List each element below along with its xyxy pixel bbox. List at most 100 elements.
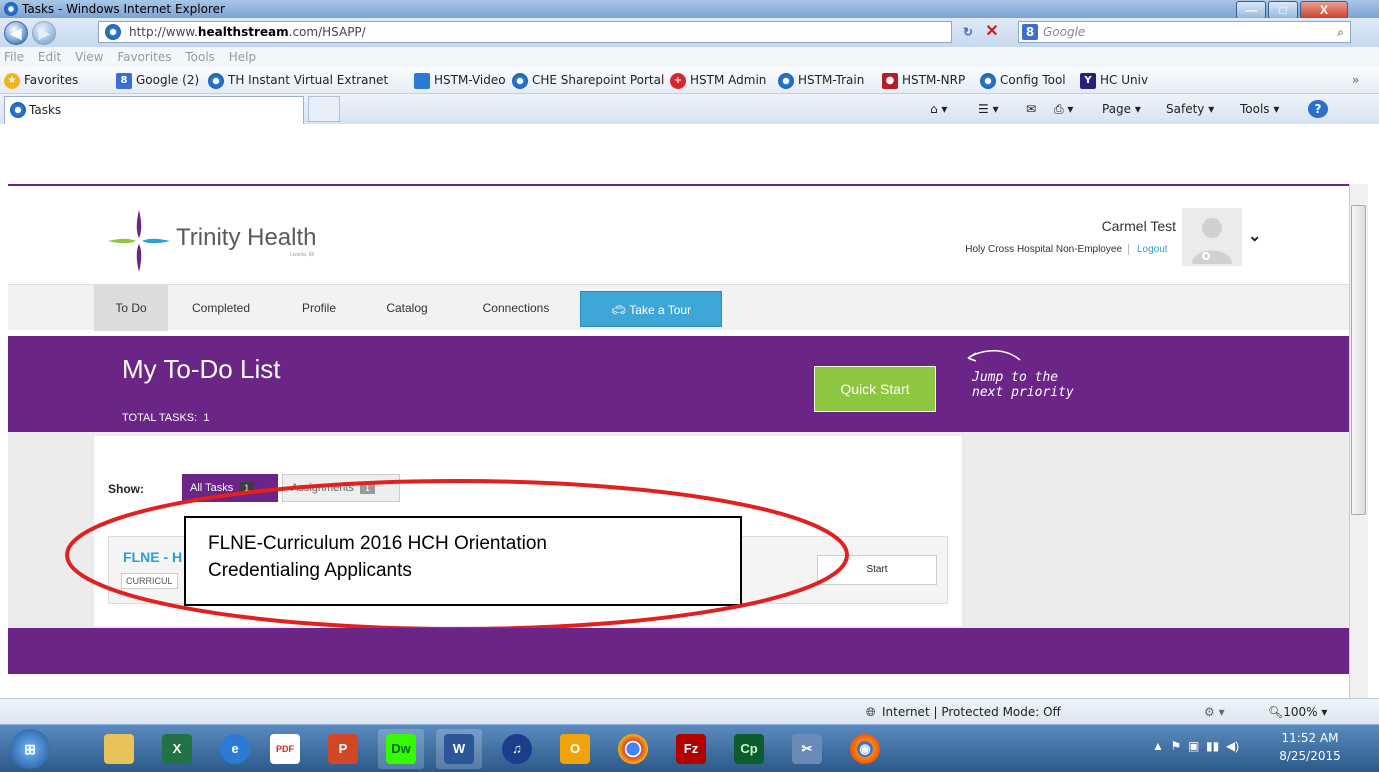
fav-hc-univ[interactable]: Y HC Univ <box>1080 67 1149 93</box>
close-button[interactable]: X <box>1300 1 1348 19</box>
menu-view[interactable]: View <box>75 50 103 64</box>
menu-favorites[interactable]: Favorites <box>117 50 171 64</box>
car-icon: 🚗︎ <box>610 303 630 317</box>
minimize-button[interactable]: — <box>1236 1 1266 19</box>
user-avatar-icon <box>1192 218 1232 264</box>
fav-hstm-nrp[interactable]: ● HSTM-NRP <box>882 67 965 93</box>
plus-icon: + <box>670 72 686 89</box>
security-zone: Internet | Protected Mode: Off <box>882 705 1061 719</box>
clock-time: 11:52 AM <box>1281 731 1339 745</box>
window-titlebar: Tasks - Windows Internet Explorer <box>0 0 1379 18</box>
firefox-icon[interactable]: ◉ <box>842 729 888 769</box>
fav-hstm-video[interactable]: HSTM-Video <box>414 67 506 93</box>
safety-menu[interactable]: Safety ▾ <box>1166 94 1214 124</box>
stop-icon[interactable]: ✕ <box>982 21 1002 43</box>
page-menu[interactable]: Page ▾ <box>1102 94 1141 124</box>
tools-menu[interactable]: Tools ▾ <box>1240 94 1279 124</box>
quick-start-hint: Jump to the next priority <box>972 370 1102 400</box>
user-menu-chevron-down-icon[interactable]: ⌄ <box>1248 226 1261 246</box>
content-area: Show: All Tasks 1 Assignments 1 FLNE - H C… <box>8 432 1349 631</box>
tab-profile[interactable]: Profile <box>288 285 350 331</box>
refresh-icon[interactable]: ↻ <box>958 21 978 43</box>
mail-icon[interactable]: ✉ <box>1026 94 1036 124</box>
globe-icon: 🌐︎ <box>866 705 876 719</box>
ie-icon <box>778 72 794 89</box>
fav-google[interactable]: 8 Google (2) <box>116 67 199 93</box>
ie-icon <box>10 102 26 118</box>
ie-icon <box>512 72 528 89</box>
address-bar[interactable]: http://www.healthstream.com/HSAPP/ <box>98 21 952 43</box>
forward-button[interactable]: ▶ <box>32 21 56 45</box>
protected-mode-icon[interactable]: ⚙ ▾ <box>1204 699 1225 725</box>
home-icon[interactable]: ⌂ ▾ <box>930 94 947 124</box>
menu-tools[interactable]: Tools <box>185 50 215 64</box>
windows-taskbar: ⊞ X e PDF P Dw W ♫ O ● Fz Cp ✂ ◉ ▲ ⚑ ▣ ▮… <box>0 724 1379 772</box>
audacity-icon[interactable]: ♫ <box>494 729 540 769</box>
ie-taskbar-icon[interactable]: e <box>212 729 258 769</box>
fav-label: HSTM-Video <box>434 73 506 87</box>
address-row: ◀ ▶ http://www.healthstream.com/HSAPP/ ↻… <box>0 18 1379 47</box>
trinity-logo-icon <box>108 210 170 272</box>
scrollbar-thumb[interactable] <box>1351 205 1366 515</box>
tab-catalog[interactable]: Catalog <box>376 285 438 331</box>
outlook-icon[interactable]: O <box>552 729 598 769</box>
print-icon[interactable]: ⎙ ▾ <box>1054 94 1073 124</box>
browser-tab-tasks[interactable]: Tasks <box>4 96 304 124</box>
fav-config-tool[interactable]: Config Tool <box>980 67 1066 93</box>
fav-th-extranet[interactable]: TH Instant Virtual Extranet <box>208 67 388 93</box>
favorites-bar: ★ Favorites 8 Google (2) TH Instant Virtua… <box>0 67 1379 94</box>
dreamweaver-icon[interactable]: Dw <box>378 729 424 769</box>
captivate-icon[interactable]: Cp <box>726 729 772 769</box>
zoom-level[interactable]: 🔍︎100% ▾ <box>1268 699 1327 725</box>
system-tray-icons[interactable]: ▲ ⚑ ▣ ▮▮ ◀) <box>1152 739 1239 753</box>
search-icon[interactable]: ⌕ <box>1337 22 1344 42</box>
menu-file[interactable]: File <box>4 50 24 64</box>
search-placeholder: Google <box>1043 25 1086 39</box>
tab-todo[interactable]: To Do <box>94 285 168 331</box>
favorites-button[interactable]: ★ Favorites <box>4 67 79 93</box>
search-input[interactable]: 8 Google ⌕ <box>1018 21 1351 43</box>
new-tab-button[interactable] <box>308 96 340 122</box>
excel-icon[interactable]: X <box>154 729 200 769</box>
maximize-button[interactable]: □ <box>1268 1 1298 19</box>
explorer-icon[interactable] <box>96 729 142 769</box>
help-icon[interactable]: ? <box>1308 100 1328 118</box>
acrobat-icon[interactable]: PDF <box>262 729 308 769</box>
zoom-value: 100% <box>1283 705 1318 719</box>
site-header: Trinity Health Livonia, MI Carmel Test H… <box>8 186 1349 284</box>
fav-hstm-train[interactable]: HSTM-Train <box>778 67 864 93</box>
fav-che-sharepoint[interactable]: CHE Sharepoint Portal <box>512 67 664 93</box>
powerpoint-icon[interactable]: P <box>320 729 366 769</box>
feeds-icon[interactable]: ☰ ▾ <box>978 94 999 124</box>
url-prefix: http://www. <box>129 25 198 39</box>
fav-hstm-admin[interactable]: + HSTM Admin <box>670 67 766 93</box>
take-a-tour-button[interactable]: 🚗︎ Take a Tour <box>580 291 722 327</box>
fav-label: HC Univ <box>1100 73 1149 87</box>
quick-start-button[interactable]: Quick Start <box>814 366 936 412</box>
hint-line-2: next priority <box>972 385 1074 400</box>
red-ellipse-annotation <box>65 479 849 631</box>
page-favicon-icon <box>105 24 121 40</box>
video-icon <box>414 72 430 89</box>
tab-connections[interactable]: Connections <box>466 285 566 331</box>
word-icon[interactable]: W <box>436 729 482 769</box>
start-orb-icon[interactable]: ⊞ <box>10 729 50 769</box>
favorites-label: Favorites <box>24 73 79 87</box>
back-button[interactable]: ◀ <box>4 21 28 45</box>
chrome-icon[interactable]: ● <box>610 729 656 769</box>
avatar[interactable] <box>1182 208 1242 266</box>
snipping-tool-icon[interactable]: ✂ <box>784 729 830 769</box>
total-tasks: TOTAL TASKS: 1 <box>122 412 209 424</box>
fav-overflow-icon[interactable]: » <box>1352 67 1359 93</box>
tab-completed[interactable]: Completed <box>180 285 262 331</box>
fav-label: Config Tool <box>1000 73 1066 87</box>
filezilla-icon[interactable]: Fz <box>668 729 714 769</box>
system-clock[interactable]: 11:52 AM 8/25/2015 <box>1270 729 1350 765</box>
logo-text: Trinity Health <box>176 224 317 251</box>
menu-help[interactable]: Help <box>229 50 256 64</box>
todo-banner: My To-Do List TOTAL TASKS: 1 Quick Start… <box>8 336 1349 432</box>
menu-edit[interactable]: Edit <box>38 50 61 64</box>
command-bar: ⌂ ▾ ☰ ▾ ✉ ⎙ ▾ Page ▾ Safety ▾ Tools ▾ ? <box>930 94 1370 124</box>
total-tasks-label: TOTAL TASKS: <box>122 412 198 424</box>
logout-link[interactable]: Logout <box>1128 244 1168 255</box>
